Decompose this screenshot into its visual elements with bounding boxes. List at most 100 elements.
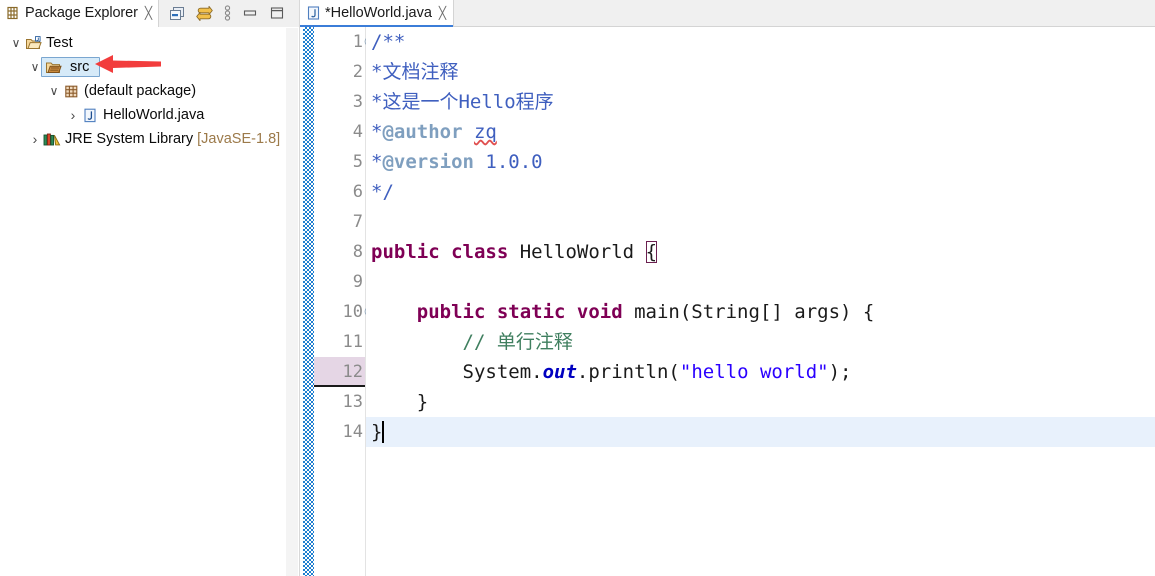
explorer-scrollbar[interactable] xyxy=(286,28,298,576)
line-number-3[interactable]: 3 xyxy=(314,87,365,117)
tree-item-test[interactable]: ∨ Test xyxy=(0,31,299,55)
code-editor: *HelloWorld.java ╳ 1 2 3 4 5 6 7 8 9 10 11 12 13 14 /… xyxy=(300,0,1155,576)
code-line-13[interactable]: } xyxy=(371,387,1155,417)
code-line-12[interactable]: System.out.println("hello world"); xyxy=(371,357,1155,387)
java-file-icon xyxy=(307,6,320,20)
code-token: 1.0.0 xyxy=(473,151,543,173)
chevron-right-icon[interactable]: › xyxy=(27,131,43,147)
tree-item-src[interactable]: ∨ src xyxy=(0,55,299,79)
tree-item-label: JRE System Library [JavaSE-1.8] xyxy=(65,131,281,147)
tree-item-default-package[interactable]: ∨ (default package) xyxy=(0,79,299,103)
code-token: @version xyxy=(382,151,474,173)
tree-item-selected[interactable]: src xyxy=(41,57,101,77)
package-explorer-tabbar: Package Explorer ╳ xyxy=(0,0,299,27)
code-token: { xyxy=(645,241,658,263)
code-token: // 单行注释 xyxy=(371,331,573,353)
code-token: public class xyxy=(371,241,520,263)
code-line-10[interactable]: public static void main(String[] args) { xyxy=(371,297,1155,327)
code-token: out xyxy=(542,361,577,383)
line-number-4[interactable]: 4 xyxy=(314,117,365,147)
package-explorer-view: Package Explorer ╳ ∨ Test ∨ src ∨ (defau… xyxy=(0,0,300,576)
code-token: } xyxy=(371,391,429,413)
code-token: .println( xyxy=(576,361,680,383)
java-project-icon xyxy=(24,35,42,51)
project-tree[interactable]: ∨ Test ∨ src ∨ (default package) › HelloWorld.j… xyxy=(0,27,299,576)
code-token: "hello world" xyxy=(679,361,829,383)
line-number-1[interactable]: 1 xyxy=(314,27,375,57)
code-token: zq xyxy=(473,121,497,143)
code-view: 1 2 3 4 5 6 7 8 9 10 11 12 13 14 /** *文档注释 *这是一个Hello程序… xyxy=(300,27,1155,576)
jre-library-icon xyxy=(43,132,61,147)
code-token: * xyxy=(371,121,383,143)
code-token: HelloWorld xyxy=(519,241,646,263)
code-line-1[interactable]: /** xyxy=(371,27,1155,57)
line-number-8[interactable]: 8 xyxy=(314,237,365,267)
chevron-down-icon[interactable]: ∨ xyxy=(46,84,62,98)
minimize-icon[interactable] xyxy=(242,6,258,20)
line-number-14[interactable]: 14 xyxy=(314,417,365,447)
code-line-3[interactable]: *这是一个Hello程序 xyxy=(371,87,1155,117)
tree-item-label: src xyxy=(70,59,90,75)
tree-item-body[interactable]: Test xyxy=(24,35,78,51)
line-number-9[interactable]: 9 xyxy=(314,267,365,297)
tree-item-body[interactable]: HelloWorld.java xyxy=(81,107,209,123)
editor-tabbar: *HelloWorld.java ╳ xyxy=(300,0,1155,27)
line-number-10[interactable]: 10 xyxy=(314,297,375,327)
line-number-11[interactable]: 11 xyxy=(314,327,365,357)
code-token: @author xyxy=(382,121,463,143)
code-line-11[interactable]: // 单行注释 xyxy=(371,327,1155,357)
line-number-2[interactable]: 2 xyxy=(314,57,365,87)
code-token: */ xyxy=(371,181,394,203)
package-explorer-tab-label: Package Explorer xyxy=(25,5,138,21)
code-token: /** xyxy=(371,31,406,53)
source-folder-icon xyxy=(44,60,62,75)
maximize-icon[interactable] xyxy=(269,6,285,20)
package-icon xyxy=(62,84,80,99)
code-line-2[interactable]: *文档注释 xyxy=(371,57,1155,87)
view-menu-icon[interactable] xyxy=(224,5,231,21)
code-line-5[interactable]: *@version 1.0.0 xyxy=(371,147,1155,177)
package-explorer-icon xyxy=(6,6,20,20)
chevron-right-icon[interactable]: › xyxy=(65,107,81,123)
text-caret xyxy=(382,421,384,443)
line-number-5[interactable]: 5 xyxy=(314,147,365,177)
code-token: *这是一个Hello程序 xyxy=(371,91,554,113)
tree-item-label: Test xyxy=(46,35,73,51)
editor-tab-label: *HelloWorld.java xyxy=(325,5,432,21)
line-number-13[interactable]: 13 xyxy=(314,387,365,417)
code-line-14[interactable]: } xyxy=(366,417,1155,447)
line-number-7[interactable]: 7 xyxy=(314,207,365,237)
tab-package-explorer[interactable]: Package Explorer ╳ xyxy=(0,0,160,27)
close-icon[interactable]: ╳ xyxy=(143,7,152,19)
line-number-ruler[interactable]: 1 2 3 4 5 6 7 8 9 10 11 12 13 14 xyxy=(314,27,375,576)
package-explorer-toolbar xyxy=(159,0,299,27)
link-with-editor-icon[interactable] xyxy=(196,5,213,21)
code-line-9[interactable] xyxy=(371,267,1155,297)
code-token: System. xyxy=(371,361,543,383)
collapse-all-icon[interactable] xyxy=(169,6,185,21)
tree-item-jre-system-library[interactable]: › JRE System Library [JavaSE-1.8] xyxy=(0,127,299,151)
tree-item-body[interactable]: (default package) xyxy=(62,83,201,99)
code-token: * xyxy=(371,151,383,173)
code-token: } xyxy=(371,421,383,443)
code-line-7[interactable] xyxy=(371,207,1155,237)
java-file-icon xyxy=(81,108,99,123)
chevron-down-icon[interactable]: ∨ xyxy=(8,36,24,50)
source-code[interactable]: /** *文档注释 *这是一个Hello程序 *@author zq *@version… xyxy=(366,27,1155,576)
code-line-6[interactable]: */ xyxy=(371,177,1155,207)
code-line-4[interactable]: *@author zq xyxy=(371,117,1155,147)
eclipse-ide-window: Package Explorer ╳ ∨ Test ∨ src ∨ (defau… xyxy=(0,0,1155,576)
line-number-12[interactable]: 12 xyxy=(314,357,365,387)
code-token: ); xyxy=(828,361,852,383)
tab-helloworld-java[interactable]: *HelloWorld.java ╳ xyxy=(300,0,455,27)
tree-item-body[interactable]: JRE System Library [JavaSE-1.8] xyxy=(43,131,285,147)
code-token: *文档注释 xyxy=(371,61,459,83)
tree-item-suffix: [JavaSE-1.8] xyxy=(193,131,281,147)
tree-item-helloworld-java[interactable]: › HelloWorld.java xyxy=(0,103,299,127)
code-token: public static void xyxy=(416,301,635,323)
line-number-6[interactable]: 6 xyxy=(314,177,365,207)
annotation-ruler[interactable] xyxy=(303,27,314,576)
code-line-8[interactable]: public class HelloWorld { xyxy=(371,237,1155,267)
close-icon[interactable]: ╳ xyxy=(437,7,446,19)
